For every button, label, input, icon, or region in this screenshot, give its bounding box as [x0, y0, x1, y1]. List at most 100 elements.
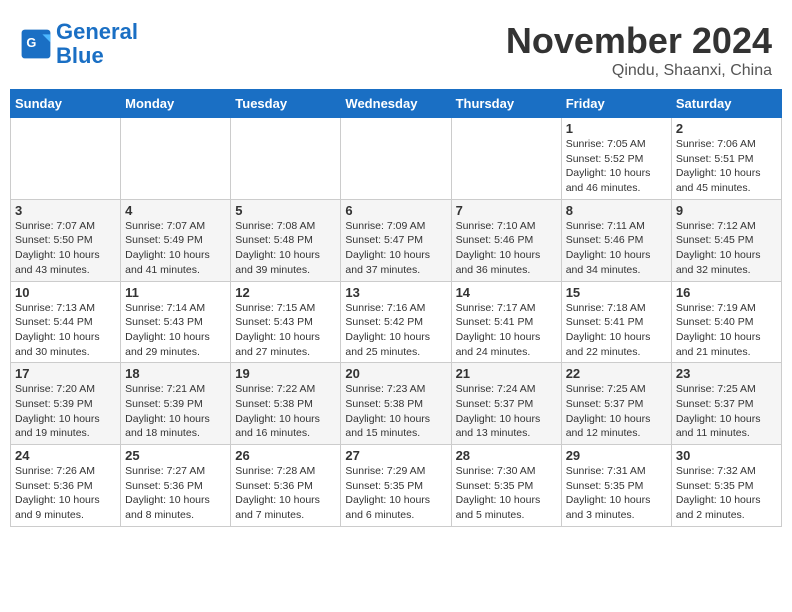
calendar-cell: 5Sunrise: 7:08 AM Sunset: 5:48 PM Daylig…	[231, 199, 341, 281]
day-info: Sunrise: 7:26 AM Sunset: 5:36 PM Dayligh…	[15, 464, 116, 523]
day-number: 6	[345, 203, 446, 218]
day-info: Sunrise: 7:29 AM Sunset: 5:35 PM Dayligh…	[345, 464, 446, 523]
month-title: November 2024	[506, 20, 772, 62]
calendar-cell: 10Sunrise: 7:13 AM Sunset: 5:44 PM Dayli…	[11, 281, 121, 363]
day-info: Sunrise: 7:07 AM Sunset: 5:49 PM Dayligh…	[125, 219, 226, 278]
calendar-cell: 12Sunrise: 7:15 AM Sunset: 5:43 PM Dayli…	[231, 281, 341, 363]
calendar-cell: 21Sunrise: 7:24 AM Sunset: 5:37 PM Dayli…	[451, 363, 561, 445]
calendar-cell: 27Sunrise: 7:29 AM Sunset: 5:35 PM Dayli…	[341, 445, 451, 527]
calendar-cell	[121, 118, 231, 200]
day-number: 14	[456, 285, 557, 300]
day-number: 15	[566, 285, 667, 300]
day-info: Sunrise: 7:32 AM Sunset: 5:35 PM Dayligh…	[676, 464, 777, 523]
day-number: 12	[235, 285, 336, 300]
calendar-cell: 28Sunrise: 7:30 AM Sunset: 5:35 PM Dayli…	[451, 445, 561, 527]
calendar-cell: 30Sunrise: 7:32 AM Sunset: 5:35 PM Dayli…	[671, 445, 781, 527]
title-area: November 2024 Qindu, Shaanxi, China	[506, 20, 772, 80]
calendar-cell: 11Sunrise: 7:14 AM Sunset: 5:43 PM Dayli…	[121, 281, 231, 363]
day-number: 24	[15, 448, 116, 463]
week-row-2: 3Sunrise: 7:07 AM Sunset: 5:50 PM Daylig…	[11, 199, 782, 281]
day-info: Sunrise: 7:19 AM Sunset: 5:40 PM Dayligh…	[676, 301, 777, 360]
day-info: Sunrise: 7:22 AM Sunset: 5:38 PM Dayligh…	[235, 382, 336, 441]
day-number: 13	[345, 285, 446, 300]
day-number: 27	[345, 448, 446, 463]
logo: G General Blue	[20, 20, 138, 68]
day-info: Sunrise: 7:05 AM Sunset: 5:52 PM Dayligh…	[566, 137, 667, 196]
day-number: 26	[235, 448, 336, 463]
calendar-cell: 4Sunrise: 7:07 AM Sunset: 5:49 PM Daylig…	[121, 199, 231, 281]
day-number: 23	[676, 366, 777, 381]
day-number: 5	[235, 203, 336, 218]
calendar-cell: 2Sunrise: 7:06 AM Sunset: 5:51 PM Daylig…	[671, 118, 781, 200]
calendar-cell: 20Sunrise: 7:23 AM Sunset: 5:38 PM Dayli…	[341, 363, 451, 445]
weekday-header-wednesday: Wednesday	[341, 90, 451, 118]
day-number: 9	[676, 203, 777, 218]
weekday-header-saturday: Saturday	[671, 90, 781, 118]
day-info: Sunrise: 7:20 AM Sunset: 5:39 PM Dayligh…	[15, 382, 116, 441]
day-number: 21	[456, 366, 557, 381]
day-number: 4	[125, 203, 226, 218]
day-number: 10	[15, 285, 116, 300]
day-info: Sunrise: 7:10 AM Sunset: 5:46 PM Dayligh…	[456, 219, 557, 278]
day-info: Sunrise: 7:25 AM Sunset: 5:37 PM Dayligh…	[676, 382, 777, 441]
day-info: Sunrise: 7:15 AM Sunset: 5:43 PM Dayligh…	[235, 301, 336, 360]
day-number: 30	[676, 448, 777, 463]
day-info: Sunrise: 7:11 AM Sunset: 5:46 PM Dayligh…	[566, 219, 667, 278]
calendar-cell: 1Sunrise: 7:05 AM Sunset: 5:52 PM Daylig…	[561, 118, 671, 200]
day-info: Sunrise: 7:12 AM Sunset: 5:45 PM Dayligh…	[676, 219, 777, 278]
day-info: Sunrise: 7:25 AM Sunset: 5:37 PM Dayligh…	[566, 382, 667, 441]
day-info: Sunrise: 7:07 AM Sunset: 5:50 PM Dayligh…	[15, 219, 116, 278]
day-info: Sunrise: 7:13 AM Sunset: 5:44 PM Dayligh…	[15, 301, 116, 360]
calendar-cell: 6Sunrise: 7:09 AM Sunset: 5:47 PM Daylig…	[341, 199, 451, 281]
weekday-header-thursday: Thursday	[451, 90, 561, 118]
day-info: Sunrise: 7:31 AM Sunset: 5:35 PM Dayligh…	[566, 464, 667, 523]
calendar-cell	[341, 118, 451, 200]
weekday-header-tuesday: Tuesday	[231, 90, 341, 118]
day-number: 1	[566, 121, 667, 136]
day-number: 22	[566, 366, 667, 381]
calendar-cell: 24Sunrise: 7:26 AM Sunset: 5:36 PM Dayli…	[11, 445, 121, 527]
day-number: 28	[456, 448, 557, 463]
logo-text: General Blue	[56, 20, 138, 68]
calendar-table: SundayMondayTuesdayWednesdayThursdayFrid…	[10, 89, 782, 527]
day-number: 20	[345, 366, 446, 381]
day-info: Sunrise: 7:28 AM Sunset: 5:36 PM Dayligh…	[235, 464, 336, 523]
calendar-cell: 13Sunrise: 7:16 AM Sunset: 5:42 PM Dayli…	[341, 281, 451, 363]
calendar-cell: 26Sunrise: 7:28 AM Sunset: 5:36 PM Dayli…	[231, 445, 341, 527]
weekday-header-sunday: Sunday	[11, 90, 121, 118]
day-number: 3	[15, 203, 116, 218]
calendar-cell: 3Sunrise: 7:07 AM Sunset: 5:50 PM Daylig…	[11, 199, 121, 281]
location: Qindu, Shaanxi, China	[506, 62, 772, 80]
calendar-cell: 19Sunrise: 7:22 AM Sunset: 5:38 PM Dayli…	[231, 363, 341, 445]
svg-text:G: G	[26, 35, 36, 50]
day-info: Sunrise: 7:14 AM Sunset: 5:43 PM Dayligh…	[125, 301, 226, 360]
day-info: Sunrise: 7:24 AM Sunset: 5:37 PM Dayligh…	[456, 382, 557, 441]
day-info: Sunrise: 7:06 AM Sunset: 5:51 PM Dayligh…	[676, 137, 777, 196]
weekday-header-monday: Monday	[121, 90, 231, 118]
calendar-cell: 14Sunrise: 7:17 AM Sunset: 5:41 PM Dayli…	[451, 281, 561, 363]
day-number: 17	[15, 366, 116, 381]
day-number: 29	[566, 448, 667, 463]
weekday-header-friday: Friday	[561, 90, 671, 118]
day-info: Sunrise: 7:08 AM Sunset: 5:48 PM Dayligh…	[235, 219, 336, 278]
day-number: 2	[676, 121, 777, 136]
calendar-cell: 17Sunrise: 7:20 AM Sunset: 5:39 PM Dayli…	[11, 363, 121, 445]
calendar-cell: 25Sunrise: 7:27 AM Sunset: 5:36 PM Dayli…	[121, 445, 231, 527]
page-header: G General Blue November 2024 Qindu, Shaa…	[10, 10, 782, 85]
calendar-cell: 8Sunrise: 7:11 AM Sunset: 5:46 PM Daylig…	[561, 199, 671, 281]
calendar-cell: 23Sunrise: 7:25 AM Sunset: 5:37 PM Dayli…	[671, 363, 781, 445]
calendar-cell: 9Sunrise: 7:12 AM Sunset: 5:45 PM Daylig…	[671, 199, 781, 281]
calendar-cell: 15Sunrise: 7:18 AM Sunset: 5:41 PM Dayli…	[561, 281, 671, 363]
logo-line1: General	[56, 19, 138, 44]
calendar-cell	[231, 118, 341, 200]
week-row-1: 1Sunrise: 7:05 AM Sunset: 5:52 PM Daylig…	[11, 118, 782, 200]
calendar-cell: 16Sunrise: 7:19 AM Sunset: 5:40 PM Dayli…	[671, 281, 781, 363]
day-info: Sunrise: 7:27 AM Sunset: 5:36 PM Dayligh…	[125, 464, 226, 523]
week-row-4: 17Sunrise: 7:20 AM Sunset: 5:39 PM Dayli…	[11, 363, 782, 445]
day-number: 11	[125, 285, 226, 300]
logo-icon: G	[20, 28, 52, 60]
calendar-cell: 7Sunrise: 7:10 AM Sunset: 5:46 PM Daylig…	[451, 199, 561, 281]
logo-line2: Blue	[56, 43, 104, 68]
week-row-3: 10Sunrise: 7:13 AM Sunset: 5:44 PM Dayli…	[11, 281, 782, 363]
calendar-cell: 18Sunrise: 7:21 AM Sunset: 5:39 PM Dayli…	[121, 363, 231, 445]
